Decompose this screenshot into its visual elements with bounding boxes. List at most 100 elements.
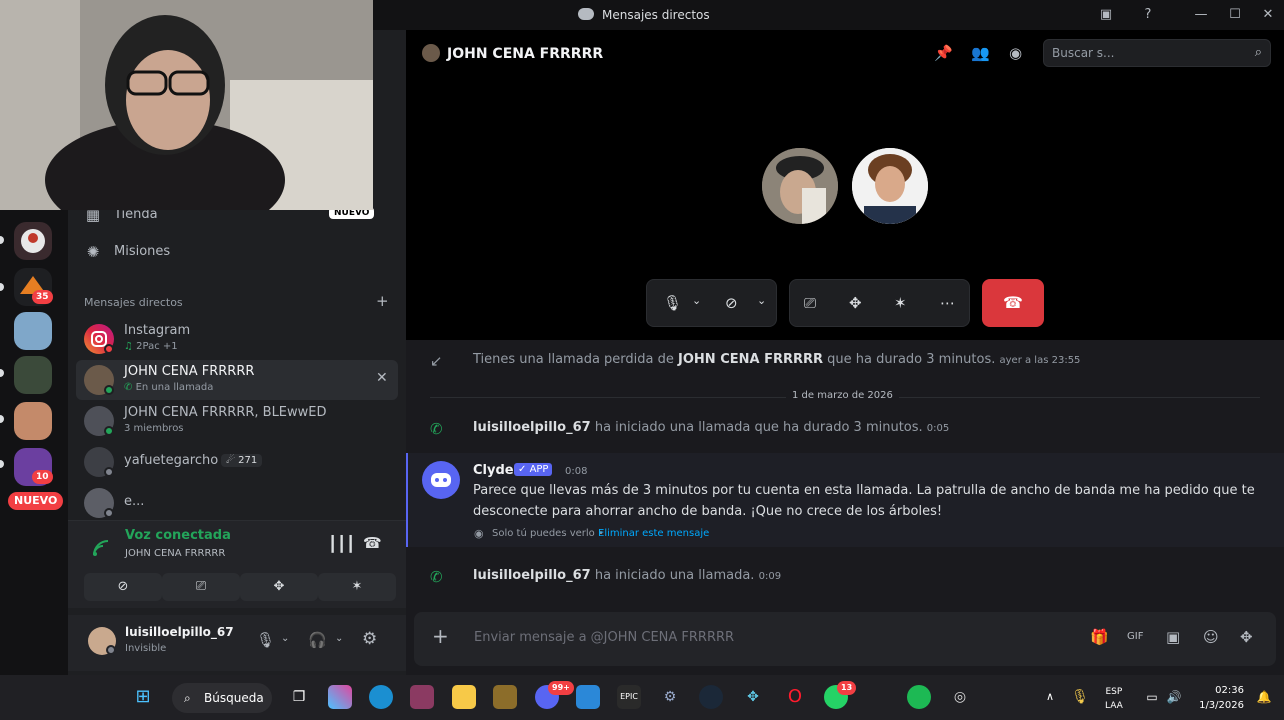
message-text: luisilloelpillo_67 ha iniciado una llama…: [473, 568, 781, 583]
task-view-icon[interactable]: ❐: [287, 685, 311, 709]
clyde-avatar[interactable]: [422, 461, 460, 499]
message-composer[interactable]: + Enviar mensaje a @JOHN CENA FRRRRR 🎁 G…: [414, 612, 1276, 666]
search-placeholder: Buscar s...: [1052, 46, 1115, 60]
noise-suppression-icon[interactable]: ┃┃┃: [328, 535, 355, 553]
discord-logo-icon: [578, 8, 594, 20]
help-icon[interactable]: ?: [1139, 6, 1157, 24]
chevron-down-icon[interactable]: ⌄: [757, 294, 766, 307]
add-friend-icon[interactable]: 👥: [971, 44, 990, 62]
message-input[interactable]: Enviar mensaje a @JOHN CENA FRRRRR: [474, 630, 734, 645]
webcam-feed-image: [0, 0, 373, 210]
settings-gear-icon[interactable]: ⚙: [362, 629, 377, 649]
emoji-icon[interactable]: ☺: [1203, 628, 1219, 646]
participant-avatar[interactable]: [762, 148, 838, 224]
channel-avatar: [422, 44, 440, 62]
epic-games-icon[interactable]: EPIC: [617, 685, 641, 709]
spotify-icon[interactable]: [907, 685, 931, 709]
close-button[interactable]: ✕: [1259, 6, 1277, 24]
apps-icon[interactable]: ✥: [1240, 628, 1253, 646]
nuevo-badge[interactable]: NUEVO: [8, 492, 64, 510]
screen-share-icon[interactable]: ⎚: [804, 294, 816, 312]
server-indicator: [0, 460, 4, 468]
chevron-down-icon[interactable]: ⌄: [281, 633, 289, 644]
mic-icon[interactable]: 🎙: [663, 294, 682, 312]
network-icon[interactable]: ▭: [1140, 685, 1164, 709]
language-indicator[interactable]: ESP LAA: [1105, 685, 1123, 713]
dm-item[interactable]: Instagram ♫ 2Pac +1: [76, 319, 398, 359]
soundboard-button[interactable]: ✶: [318, 573, 396, 601]
timestamp: 0:08: [565, 466, 588, 477]
missions-nav-item[interactable]: ✺ Misiones: [84, 236, 170, 266]
close-dm-icon[interactable]: ✕: [376, 370, 388, 386]
snip-icon[interactable]: ◎: [948, 685, 972, 709]
dm-item-active[interactable]: JOHN CENA FRRRRR ✆ En una llamada ✕: [76, 360, 398, 400]
server-icon[interactable]: [14, 356, 52, 394]
disconnect-icon[interactable]: ☎: [363, 534, 382, 552]
chevron-down-icon[interactable]: ⌄: [335, 633, 343, 644]
maximize-button[interactable]: ☐: [1226, 6, 1244, 24]
author-name[interactable]: Clyde: [473, 463, 514, 478]
dm-item[interactable]: JOHN CENA FRRRRR, BLEᴡᴡED 3 miembros: [76, 401, 398, 441]
minimize-button[interactable]: —: [1192, 6, 1210, 24]
settings-gear-icon[interactable]: ⚙: [658, 685, 682, 709]
server-icon[interactable]: [14, 222, 52, 260]
winrar-icon[interactable]: [410, 685, 434, 709]
sticker-icon[interactable]: ▣: [1166, 628, 1180, 646]
camera-off-icon[interactable]: ⊘: [725, 294, 738, 312]
taskbar-search[interactable]: ⌕ Búsqueda: [172, 683, 272, 713]
author-name[interactable]: luisilloelpillo_67: [473, 420, 591, 435]
delete-message-link[interactable]: Eliminar este mensaje: [598, 528, 709, 539]
create-dm-button[interactable]: +: [376, 292, 389, 310]
activities-icon[interactable]: ✥: [849, 294, 862, 312]
music-icon: ♫: [124, 341, 137, 352]
windows-start-icon[interactable]: ⊞: [131, 685, 155, 709]
inbox-icon[interactable]: ▣: [1097, 6, 1115, 24]
author-name[interactable]: luisilloelpillo_67: [473, 568, 591, 583]
edge-icon[interactable]: [369, 685, 393, 709]
camera-off-button[interactable]: ⊘: [84, 573, 162, 601]
chevron-up-icon[interactable]: ∧: [1038, 685, 1062, 709]
notifications-icon[interactable]: 🔔: [1252, 685, 1276, 709]
attach-plus-icon[interactable]: +: [432, 624, 449, 648]
activity-tag-text: 271: [238, 455, 258, 466]
mic-icon[interactable]: 🎙: [256, 631, 275, 649]
server-indicator: [0, 236, 4, 244]
caller-name[interactable]: JOHN CENA FRRRRR: [678, 352, 823, 367]
mic-icon[interactable]: 🎙: [1068, 685, 1092, 709]
app-icon[interactable]: ✥: [741, 685, 765, 709]
message-line: Parece que llevas más de 3 minutos por t…: [473, 483, 1255, 498]
activities-button[interactable]: ✥: [240, 573, 318, 601]
voice-status[interactable]: Voz conectada: [125, 528, 231, 543]
game-icon[interactable]: [493, 685, 517, 709]
username[interactable]: luisilloelpillo_67: [125, 625, 234, 639]
opera-icon[interactable]: O: [783, 685, 807, 709]
dm-item[interactable]: e...: [76, 483, 398, 523]
dm-activity: ✆ En una llamada: [124, 382, 213, 393]
server-icon[interactable]: [14, 312, 52, 350]
server-icon[interactable]: [14, 402, 52, 440]
clock[interactable]: 02:36 1/3/2026: [1196, 683, 1244, 713]
volume-icon[interactable]: 🔊: [1162, 685, 1186, 709]
search-input[interactable]: Buscar s... ⌕: [1043, 39, 1271, 67]
hang-up-button[interactable]: ☎: [982, 279, 1044, 327]
profile-icon[interactable]: ◉: [1009, 44, 1022, 62]
voice-channel[interactable]: JOHN CENA FRRRRR: [125, 548, 225, 559]
copilot-icon[interactable]: [328, 685, 352, 709]
dm-activity: ♫ 2Pac +1: [124, 341, 178, 352]
soundboard-icon[interactable]: ✶: [894, 294, 907, 312]
chevron-down-icon[interactable]: ⌄: [692, 294, 701, 307]
file-explorer-icon[interactable]: [452, 685, 476, 709]
store-icon[interactable]: [576, 685, 600, 709]
user-panel: luisilloelpillo_67 Invisible 🎙 ⌄ 🎧 ⌄ ⚙: [68, 615, 406, 671]
audio-video-controls: 🎙 ⌄ ⊘ ⌄: [646, 279, 777, 327]
participant-avatar[interactable]: [852, 148, 928, 224]
dm-item[interactable]: yafuetegarcho ☄ 271: [76, 442, 398, 482]
gif-icon[interactable]: GIF: [1127, 631, 1143, 642]
more-icon[interactable]: ⋯: [940, 294, 955, 312]
pin-icon[interactable]: 📌: [934, 44, 953, 62]
gift-icon[interactable]: 🎁: [1090, 628, 1109, 646]
steam-icon[interactable]: [699, 685, 723, 709]
headphones-icon[interactable]: 🎧: [308, 631, 327, 649]
server-indicator: [0, 283, 4, 291]
screen-share-button[interactable]: ⎚: [162, 573, 240, 601]
